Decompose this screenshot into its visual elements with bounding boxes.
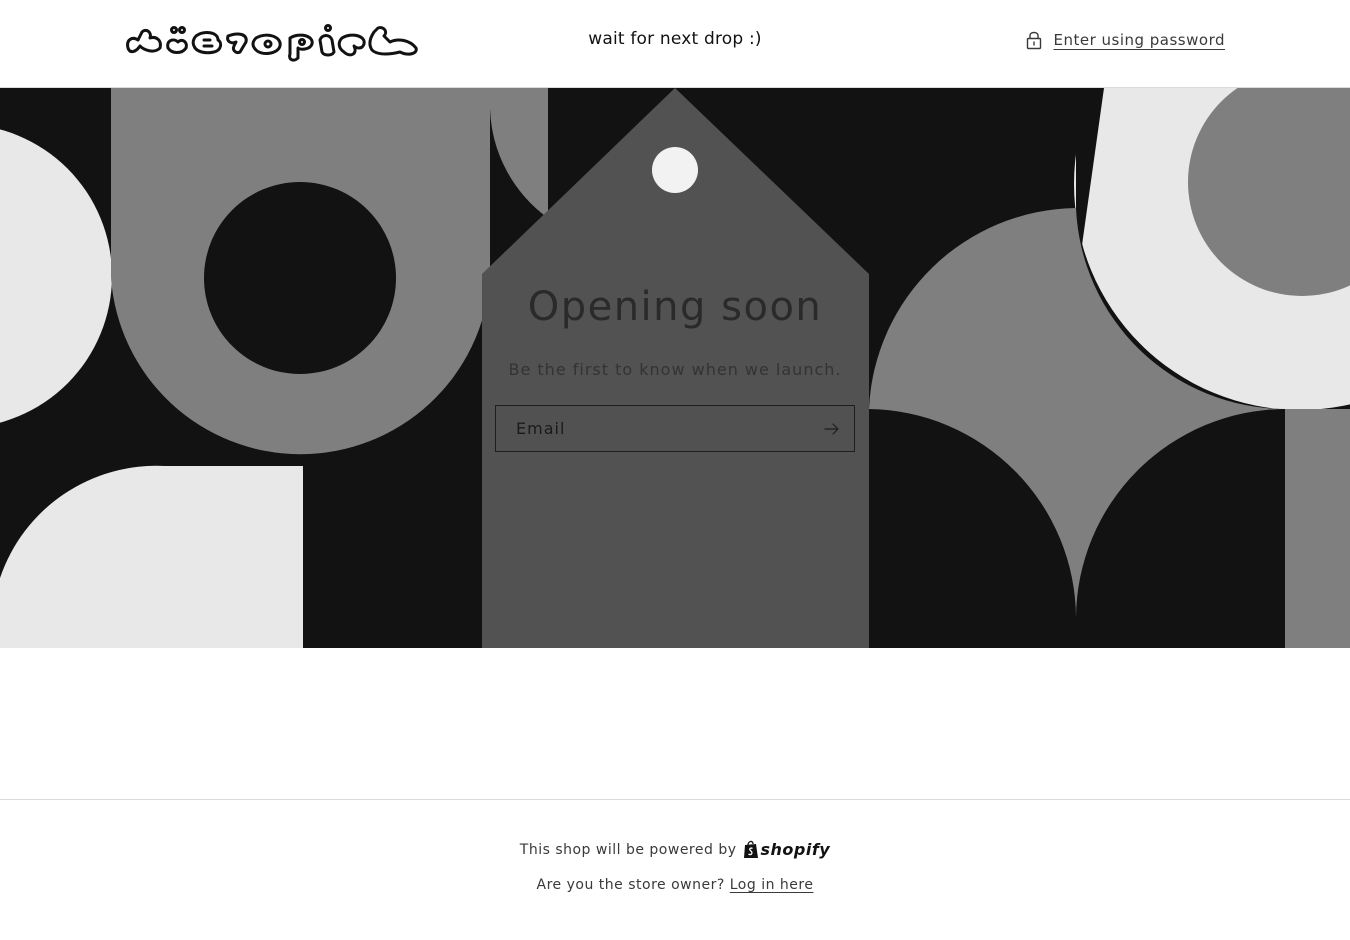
footer-divider — [0, 799, 1350, 800]
enter-password-link[interactable]: Enter using password — [1025, 30, 1225, 50]
email-input[interactable] — [496, 406, 816, 451]
shopify-bag-icon — [743, 840, 758, 858]
store-owner-question: Are you the store owner? — [536, 877, 725, 893]
email-signup-form — [495, 405, 855, 452]
powered-by-row: This shop will be powered by shopify — [0, 840, 1350, 859]
shopify-logo[interactable]: shopify — [743, 840, 831, 859]
login-link[interactable]: Log in here — [730, 877, 814, 893]
store-owner-row: Are you the store owner? Log in here — [0, 877, 1350, 893]
enter-password-label: Enter using password — [1053, 31, 1225, 49]
hero-content: Opening soon Be the first to know when w… — [0, 88, 1350, 648]
hero-subtitle: Be the first to know when we launch. — [508, 360, 842, 379]
hero-title: Opening soon — [527, 284, 823, 330]
powered-by-text: This shop will be powered by — [519, 841, 737, 858]
site-header: wait for next drop :) Enter using passwo… — [0, 0, 1350, 88]
hero-banner: Opening soon Be the first to know when w… — [0, 88, 1350, 648]
lock-icon — [1027, 31, 1042, 50]
shopify-wordmark: shopify — [760, 840, 831, 859]
email-submit-button[interactable] — [809, 406, 854, 451]
arrow-right-icon — [823, 422, 839, 435]
